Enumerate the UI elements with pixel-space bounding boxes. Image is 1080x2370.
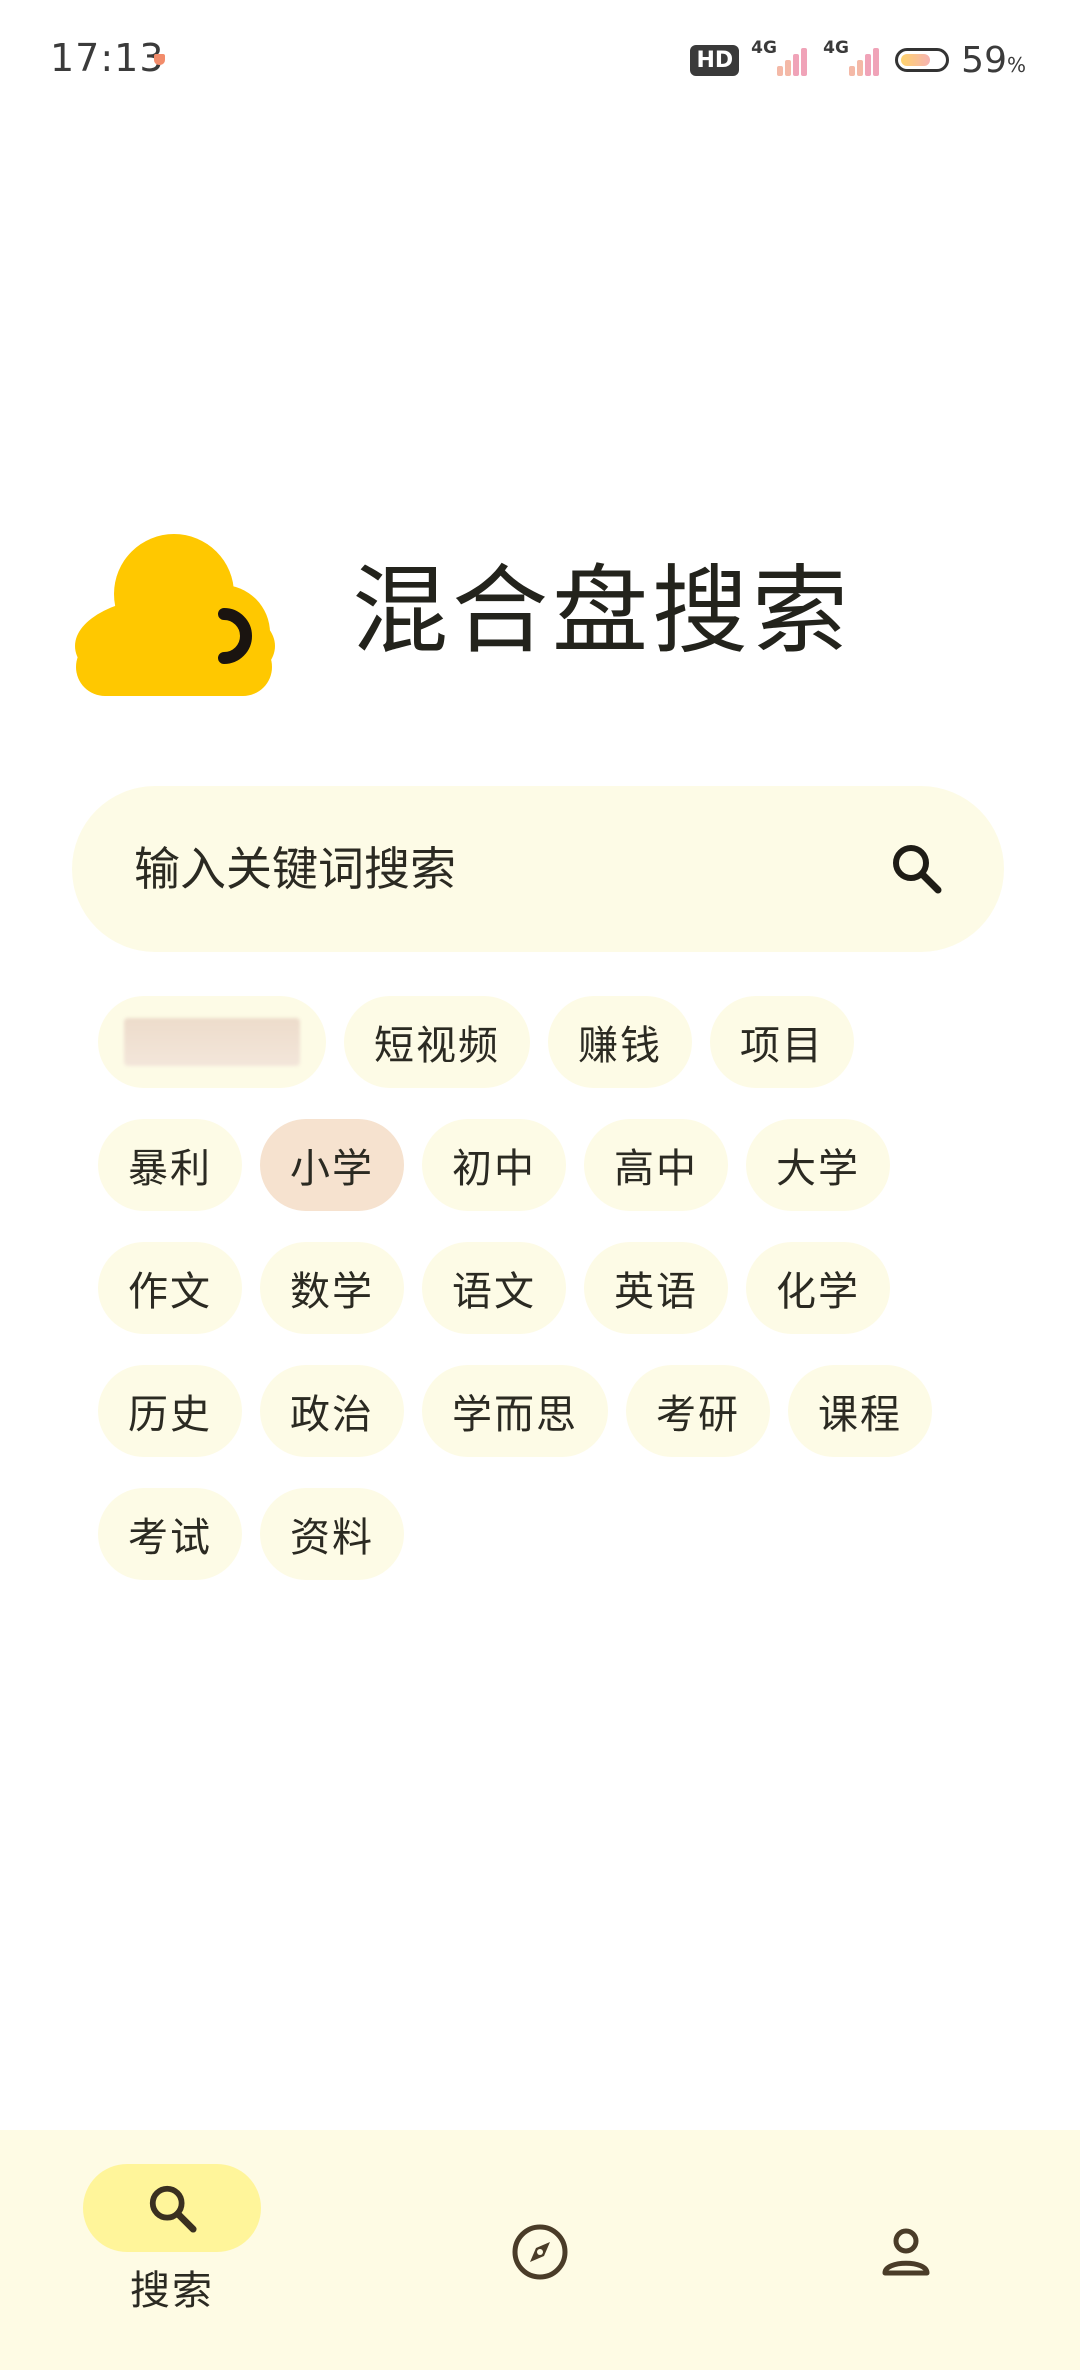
keyword-chip-selected[interactable]: 小学 — [260, 1119, 404, 1211]
keyword-chip[interactable]: 英语 — [584, 1242, 728, 1334]
search-input[interactable] — [134, 836, 834, 902]
keyword-chip[interactable]: 短视频 — [344, 996, 530, 1088]
keyword-chip[interactable]: 考试 — [98, 1488, 242, 1580]
search-icon — [149, 2185, 197, 2233]
app-title: 混合盘搜索 — [352, 555, 852, 667]
network-type-label: 4G — [823, 38, 849, 58]
chip-row: 短视频 赚钱 项目 — [98, 996, 998, 1088]
network-type-label: 4G — [751, 38, 777, 58]
nav-label-search: 搜索 — [130, 2268, 214, 2314]
keyword-chip[interactable]: 高中 — [584, 1119, 728, 1211]
keyword-chip[interactable]: 课程 — [788, 1365, 932, 1457]
keyword-chip[interactable]: 暴利 — [98, 1119, 242, 1211]
status-bar: 17:13 HD 4G 4G 59% — [0, 0, 1080, 120]
keyword-chip[interactable]: 数学 — [260, 1242, 404, 1334]
keyword-chip[interactable]: 作文 — [98, 1242, 242, 1334]
nav-active-indicator — [83, 2164, 261, 2252]
chip-row: 暴利 小学 初中 高中 大学 — [98, 1119, 998, 1211]
hd-voice-icon: HD — [690, 44, 740, 76]
battery-icon — [895, 48, 950, 72]
chip-row: 历史 政治 学而思 考研 课程 — [98, 1365, 998, 1457]
keyword-chip[interactable]: 赚钱 — [548, 996, 692, 1088]
cloud-logo-icon — [72, 528, 278, 696]
keyword-chip[interactable]: 大学 — [746, 1119, 890, 1211]
keyword-chip[interactable]: 考研 — [626, 1365, 770, 1457]
nav-tab-search[interactable]: 搜索 — [82, 2164, 262, 2316]
keyword-chip[interactable]: 语文 — [422, 1242, 566, 1334]
keyword-chips: 短视频 赚钱 项目 暴利 小学 初中 高中 大学 作文 数学 语文 英语 化学 … — [98, 996, 998, 1611]
search-button[interactable] — [884, 836, 948, 900]
chip-row: 作文 数学 语文 英语 化学 — [98, 1242, 998, 1334]
bottom-navigation: 搜索 — [0, 2130, 1080, 2370]
keyword-chip[interactable]: 资料 — [260, 1488, 404, 1580]
keyword-chip[interactable]: 政治 — [260, 1365, 404, 1457]
status-indicators: HD 4G 4G 59% — [690, 36, 1026, 84]
keyword-chip-redacted[interactable] — [98, 996, 326, 1088]
battery-percent: 59% — [961, 39, 1026, 81]
status-time: 17:13 — [50, 36, 165, 80]
chip-row: 考试 资料 — [98, 1488, 998, 1580]
keyword-chip[interactable]: 初中 — [422, 1119, 566, 1211]
redacted-block — [124, 1018, 300, 1066]
compass-icon — [512, 2224, 568, 2280]
nav-tab-discover[interactable] — [496, 2208, 584, 2296]
keyword-chip[interactable]: 化学 — [746, 1242, 890, 1334]
keyword-chip[interactable]: 学而思 — [422, 1365, 608, 1457]
keyword-chip[interactable]: 历史 — [98, 1365, 242, 1457]
search-bar[interactable] — [72, 786, 1004, 952]
signal-icon-1: 4G — [751, 38, 811, 80]
nav-tab-profile[interactable] — [862, 2208, 950, 2296]
notification-icon — [154, 54, 165, 65]
keyword-chip[interactable]: 项目 — [710, 996, 854, 1088]
signal-icon-2: 4G — [823, 38, 883, 80]
person-icon — [882, 2228, 930, 2276]
search-icon — [893, 845, 942, 894]
